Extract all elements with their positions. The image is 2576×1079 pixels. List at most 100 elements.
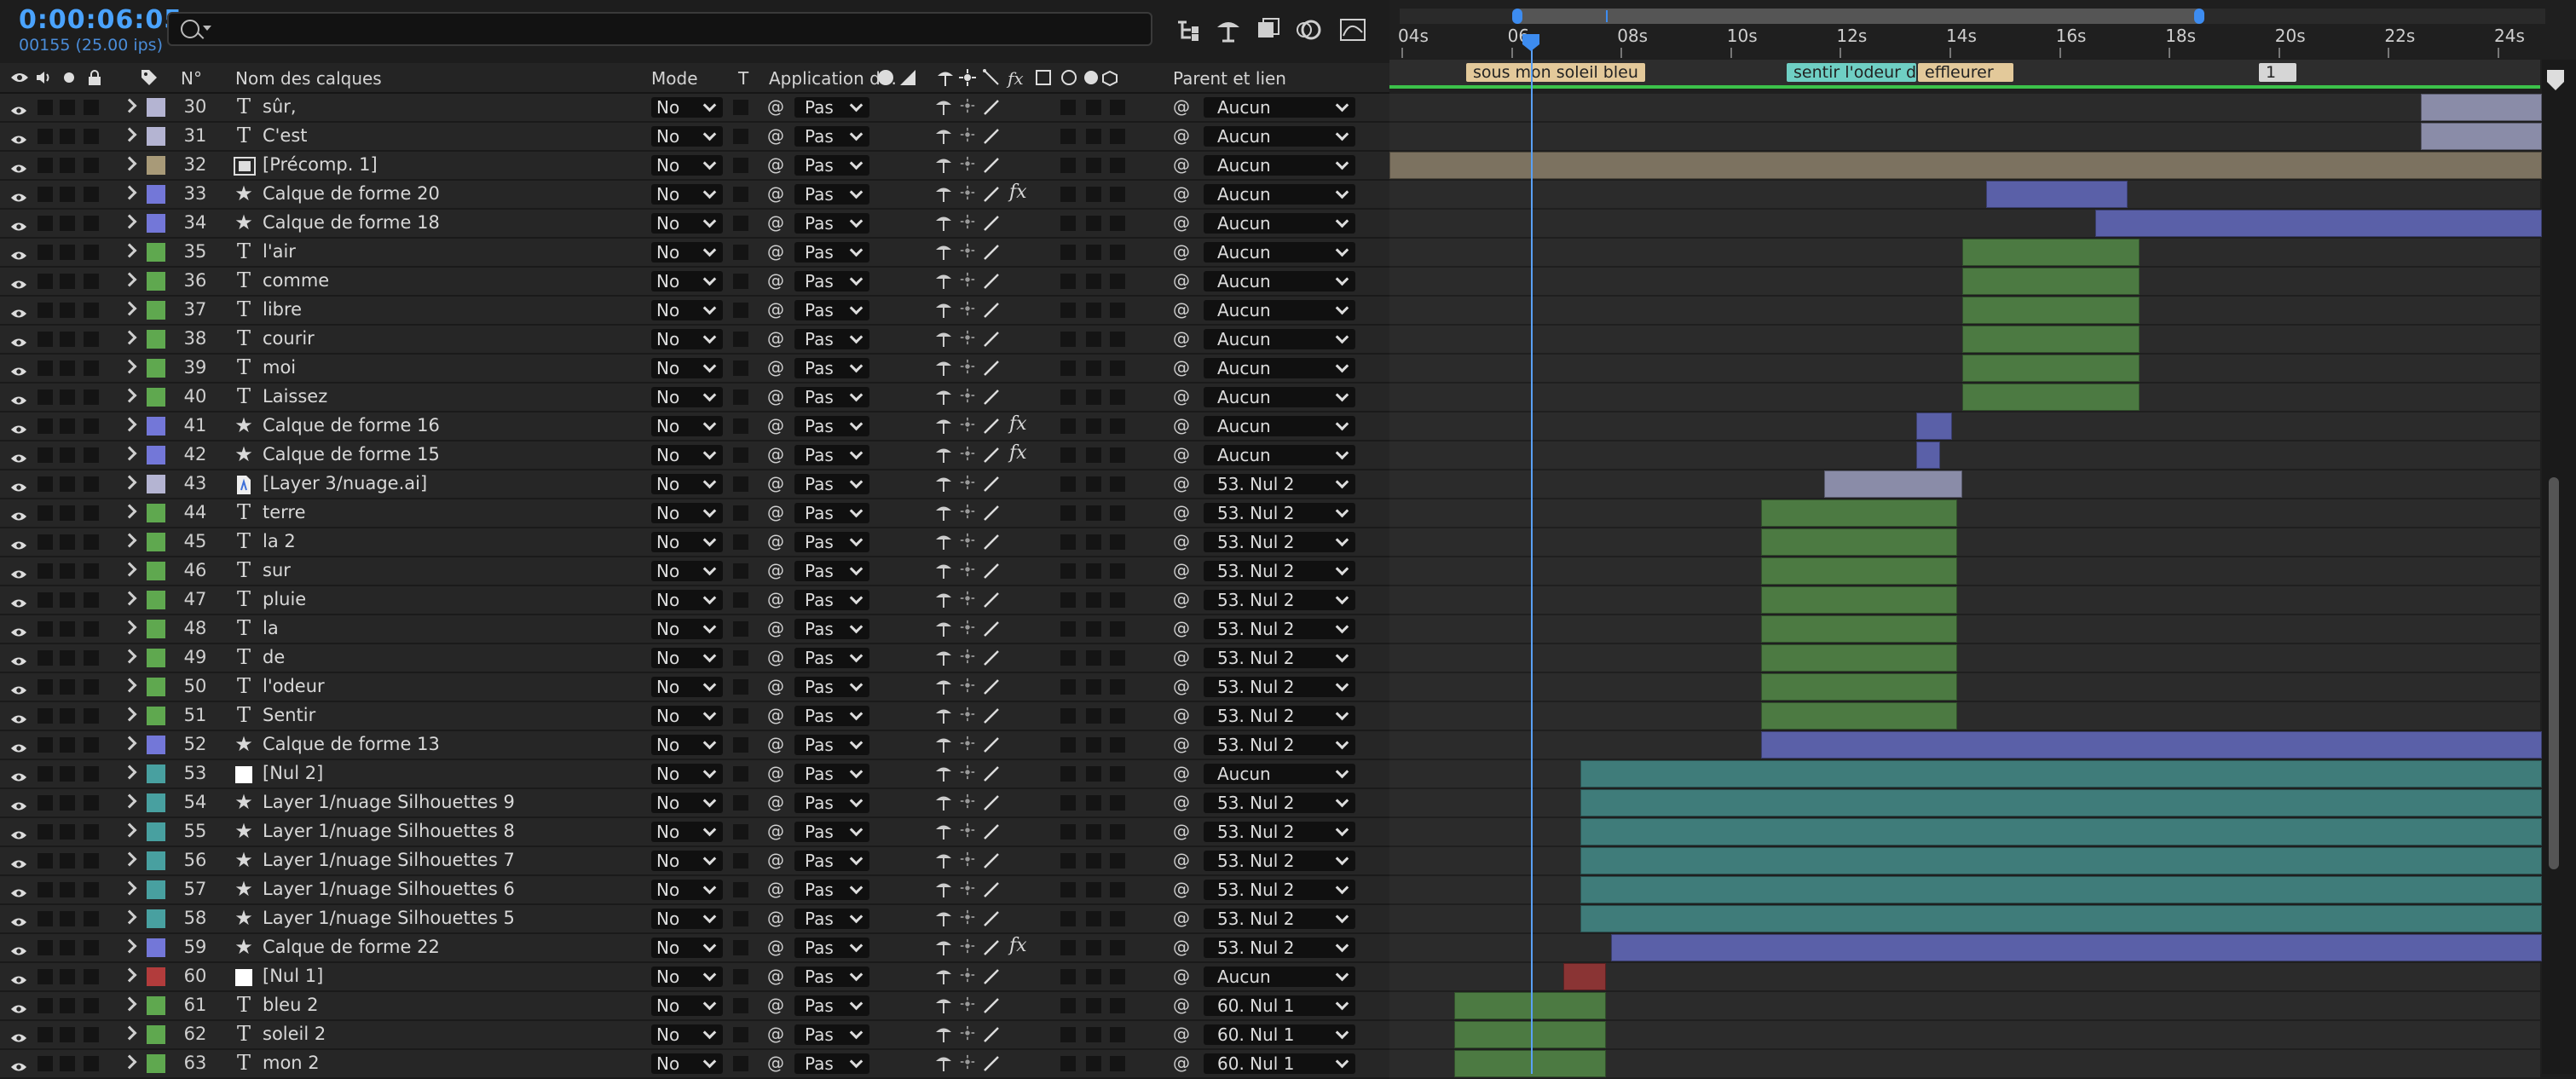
lock-toggle[interactable] (84, 766, 99, 782)
collapse-switch-icon[interactable] (958, 995, 977, 1016)
motion-blur-toggle[interactable] (1060, 332, 1076, 347)
pickwhip-icon[interactable]: @ (767, 1024, 784, 1044)
lock-toggle[interactable] (84, 969, 99, 984)
3d-layer-toggle[interactable] (1110, 853, 1125, 868)
quality-switch-icon[interactable] (982, 330, 1001, 349)
motion-blur-toggle[interactable] (1060, 158, 1076, 173)
blend-mode-dropdown[interactable]: No (651, 503, 723, 523)
fx-icon[interactable]: fx (1009, 182, 1027, 203)
parent-pickwhip-icon[interactable]: @ (1173, 357, 1190, 378)
track-matte-toggle[interactable] (733, 245, 748, 260)
layer-row[interactable]: 32 [Précomp. 1] No @ Pas @ Aucun (0, 152, 1389, 181)
motion-blur-toggle[interactable] (1060, 303, 1076, 318)
quality-switch-icon[interactable] (982, 591, 1001, 609)
lock-toggle[interactable] (84, 389, 99, 405)
track-matte-dropdown[interactable]: Pas (794, 329, 869, 349)
adjustment-layer-toggle[interactable] (1086, 766, 1101, 782)
3d-layer-toggle[interactable] (1110, 708, 1125, 724)
lock-toggle[interactable] (84, 476, 99, 492)
solo-toggle[interactable] (60, 361, 75, 376)
vertical-scrollbar[interactable] (2549, 477, 2559, 869)
label-color-swatch[interactable] (147, 996, 165, 1015)
time-ruler[interactable]: 04s 06 08s 10s 12s 14s 16s 18s 20s 22s 24s (1389, 24, 2576, 58)
layer-row[interactable]: 63 Tmon 2 No @ Pas @60. Nul 1 (0, 1050, 1389, 1079)
chevron-right-icon[interactable] (122, 620, 137, 635)
shy-switch-icon[interactable] (934, 271, 953, 291)
parent-pickwhip-icon[interactable]: @ (1173, 821, 1190, 841)
solo-toggle[interactable] (60, 476, 75, 492)
pickwhip-icon[interactable]: @ (767, 792, 784, 812)
solo-toggle[interactable] (60, 303, 75, 318)
layer-row[interactable]: 50 Tl'odeur No @ Pas @53. Nul 2 (0, 673, 1389, 702)
track-matte-dropdown[interactable]: Pas (794, 532, 869, 552)
eye-icon[interactable] (10, 419, 27, 434)
layer-duration-bar[interactable] (1761, 702, 1957, 730)
track-matte-toggle[interactable] (733, 708, 748, 724)
label-color-swatch[interactable] (147, 272, 165, 291)
layer-name[interactable]: la (263, 618, 279, 638)
track-matte-dropdown[interactable]: Pas (794, 735, 869, 755)
quality-switch-icon[interactable] (982, 475, 1001, 493)
parent-pickwhip-icon[interactable]: @ (1173, 299, 1190, 320)
fx-icon[interactable]: fx (1009, 935, 1027, 956)
parent-dropdown[interactable]: 53. Nul 2 (1204, 793, 1355, 813)
shy-switch-icon[interactable] (934, 706, 953, 726)
track-matte-toggle[interactable] (733, 998, 748, 1013)
track-matte-dropdown[interactable]: Pas (794, 155, 869, 176)
layer-duration-bar[interactable] (1563, 963, 1606, 990)
layer-row[interactable]: 52 ★ Calque de forme 13 No @ Pas @53. Nul 2 (0, 731, 1389, 760)
solo-toggle[interactable] (60, 592, 75, 608)
shy-switch-icon[interactable] (934, 532, 953, 552)
audio-toggle[interactable] (38, 274, 53, 289)
lock-toggle[interactable] (84, 245, 99, 260)
eye-icon[interactable] (10, 245, 27, 260)
3d-layer-toggle[interactable] (1110, 303, 1125, 318)
collapse-switch-icon[interactable] (958, 300, 977, 320)
collapse-switch-icon[interactable] (958, 329, 977, 349)
layer-duration-bar[interactable] (1761, 586, 1957, 614)
parent-dropdown[interactable]: 53. Nul 2 (1204, 880, 1355, 900)
lock-toggle[interactable] (84, 1027, 99, 1042)
layer-row[interactable]: 51 T Sentir No @ Pas @53. Nul 2 (0, 702, 1389, 731)
quality-switch-icon[interactable] (982, 996, 1001, 1015)
track-matte-dropdown[interactable]: Pas (794, 995, 869, 1016)
parent-dropdown[interactable]: Aucun (1204, 764, 1355, 784)
parent-pickwhip-icon[interactable]: @ (1173, 589, 1190, 609)
blend-mode-dropdown[interactable]: No (651, 97, 723, 118)
track-matte-dropdown[interactable]: Pas (794, 706, 869, 726)
eye-icon[interactable] (10, 912, 27, 926)
graph-editor-icon[interactable] (1338, 15, 1367, 44)
parent-dropdown[interactable]: Aucun (1204, 329, 1355, 349)
layer-search-input[interactable] (167, 12, 1152, 46)
motion-blur-toggle[interactable] (1060, 447, 1076, 463)
audio-toggle[interactable] (38, 418, 53, 434)
3d-layer-toggle[interactable] (1110, 592, 1125, 608)
track-matte-dropdown[interactable]: Pas (794, 503, 869, 523)
blend-mode-dropdown[interactable]: No (651, 880, 723, 900)
layer-name[interactable]: Calque de forme 15 (263, 444, 440, 464)
parent-dropdown[interactable]: Aucun (1204, 416, 1355, 436)
pickwhip-icon[interactable]: @ (767, 299, 784, 320)
label-color-swatch[interactable] (147, 649, 165, 667)
eye-icon[interactable] (10, 506, 27, 521)
layer-name[interactable]: C'est (263, 125, 308, 146)
pickwhip-icon[interactable]: @ (767, 473, 784, 493)
eye-icon[interactable] (10, 477, 27, 492)
parent-pickwhip-icon[interactable]: @ (1173, 995, 1190, 1015)
chevron-right-icon[interactable] (122, 301, 137, 316)
layer-duration-bar[interactable] (1761, 499, 1957, 527)
chevron-right-icon[interactable] (122, 533, 137, 548)
layer-name[interactable]: comme (263, 270, 329, 291)
audio-toggle[interactable] (38, 303, 53, 318)
collapse-switch-icon[interactable] (958, 677, 977, 697)
audio-toggle[interactable] (38, 447, 53, 463)
shy-switch-icon[interactable] (934, 966, 953, 987)
3d-layer-toggle[interactable] (1110, 679, 1125, 695)
parent-pickwhip-icon[interactable]: @ (1173, 937, 1190, 957)
track-matte-toggle[interactable] (733, 563, 748, 579)
adjustment-layer-toggle[interactable] (1086, 1056, 1101, 1071)
shy-switch-icon[interactable] (934, 503, 953, 523)
shy-switch-icon[interactable] (934, 445, 953, 465)
pickwhip-icon[interactable]: @ (767, 647, 784, 667)
quality-switch-icon[interactable] (982, 736, 1001, 754)
